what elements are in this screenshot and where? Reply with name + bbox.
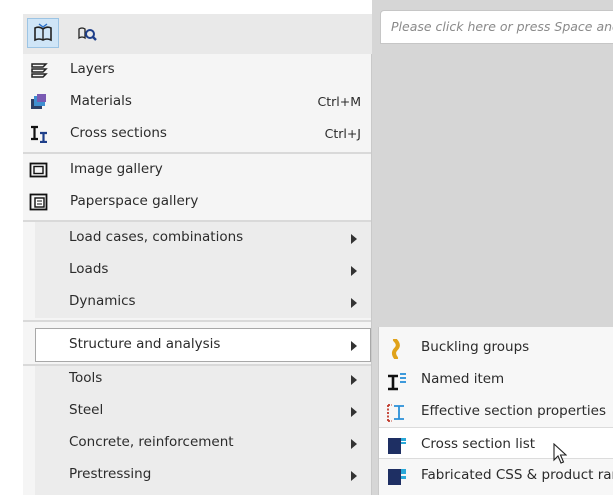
- shortcut-label: Ctrl+M: [317, 94, 362, 109]
- submenu-item-cross-section-list[interactable]: Cross section list: [379, 427, 613, 459]
- named-item-icon: [387, 371, 406, 391]
- submenu-item-label: Fabricated CSS & product range: [421, 467, 613, 483]
- menu-item-label: Loads: [69, 261, 109, 277]
- buckling-groups-icon: [387, 338, 405, 360]
- menu-divider: [23, 320, 371, 322]
- search-tree-icon[interactable]: [71, 18, 103, 48]
- menu-item-load-cases[interactable]: Load cases, combinations: [23, 222, 371, 254]
- mouse-cursor-icon: [553, 442, 568, 469]
- menu-item-cross-sections[interactable]: Cross sections Ctrl+J: [23, 118, 371, 150]
- chevron-right-icon: [351, 439, 357, 449]
- fabricated-css-icon: [387, 467, 406, 485]
- menu-item-layers[interactable]: Layers: [23, 54, 371, 86]
- cross-section-icon: [29, 125, 49, 144]
- menu-item-structure-and-analysis[interactable]: Structure and analysis: [23, 329, 371, 361]
- structure-analysis-submenu: Buckling groups Named item Effective sec…: [378, 327, 613, 495]
- menu-item-materials[interactable]: Materials Ctrl+M: [23, 86, 371, 118]
- paperspace-gallery-icon: [29, 193, 49, 211]
- submenu-item-buckling-groups[interactable]: Buckling groups: [379, 331, 613, 363]
- menu-item-label: Structure and analysis: [69, 336, 221, 352]
- menu-item-label: Dynamics: [69, 293, 136, 309]
- submenu-item-label: Effective section properties: [421, 403, 606, 419]
- menu-item-label: Paperspace gallery: [70, 193, 199, 209]
- cross-section-list-icon: [387, 436, 406, 454]
- chevron-right-icon: [351, 471, 357, 481]
- book-tree-icon[interactable]: [27, 18, 59, 48]
- menu-item-label: Materials: [70, 93, 132, 109]
- submenu-item-label: Named item: [421, 371, 505, 387]
- image-gallery-icon: [29, 161, 49, 179]
- menu-item-steel[interactable]: Steel: [23, 395, 371, 427]
- menu-item-label: Load cases, combinations: [69, 229, 244, 245]
- chevron-right-icon: [351, 234, 357, 244]
- menu-item-label: Tools: [69, 370, 103, 386]
- chevron-right-icon: [351, 407, 357, 417]
- menu-item-concrete-reinforcement[interactable]: Concrete, reinforcement: [23, 427, 371, 459]
- submenu-item-effective-section[interactable]: Effective section properties: [379, 395, 613, 427]
- main-tree-menu: Layers Materials Ctrl+M Cross sections C…: [23, 54, 372, 495]
- chevron-right-icon: [351, 298, 357, 308]
- materials-icon: [29, 93, 49, 111]
- submenu-item-label: Cross section list: [421, 436, 536, 452]
- menu-item-label: Cross sections: [70, 125, 167, 141]
- menu-item-prestressing[interactable]: Prestressing: [23, 459, 371, 491]
- menu-item-paperspace-gallery[interactable]: Paperspace gallery: [23, 186, 371, 218]
- menu-item-label: Prestressing: [69, 466, 152, 482]
- menu-item-loads[interactable]: Loads: [23, 254, 371, 286]
- menu-item-label: Steel: [69, 402, 104, 418]
- menu-item-label: Layers: [70, 61, 115, 77]
- submenu-item-label: Buckling groups: [421, 339, 530, 355]
- menu-item-tools[interactable]: Tools: [23, 363, 371, 395]
- layers-icon: [29, 61, 49, 79]
- menu-item-image-gallery[interactable]: Image gallery: [23, 154, 371, 186]
- shortcut-label: Ctrl+J: [324, 126, 361, 141]
- chevron-right-icon: [351, 375, 357, 385]
- chevron-right-icon: [351, 341, 357, 351]
- submenu-item-named-item[interactable]: Named item: [379, 363, 613, 395]
- menu-item-label: Concrete, reinforcement: [69, 434, 234, 450]
- effective-section-icon: [387, 403, 405, 422]
- command-search-input[interactable]: Please click here or press Space and typ…: [380, 10, 613, 44]
- tree-toolbar: [23, 14, 372, 54]
- chevron-right-icon: [351, 266, 357, 276]
- submenu-item-fabricated-css[interactable]: Fabricated CSS & product range: [379, 459, 613, 491]
- menu-item-dynamics[interactable]: Dynamics: [23, 286, 371, 318]
- menu-item-label: Image gallery: [70, 161, 163, 177]
